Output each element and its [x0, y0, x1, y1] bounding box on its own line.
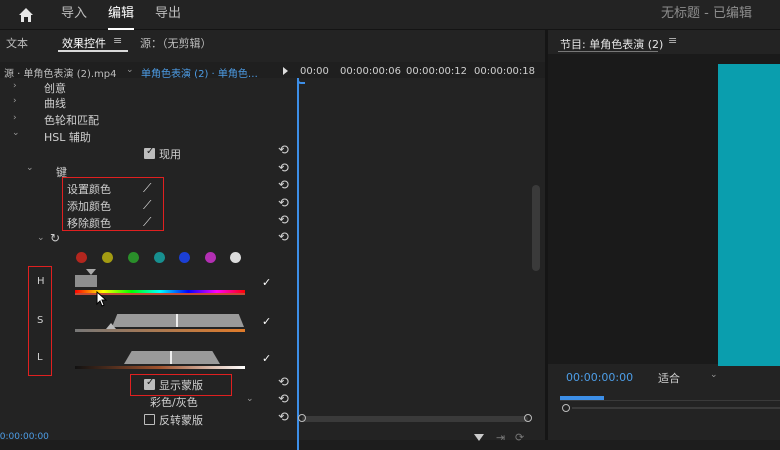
timeline-tick-2: 00:00:00:12 [406, 66, 468, 77]
reset-icon[interactable]: ⟲ [278, 161, 289, 176]
nav-import[interactable]: 导入 [61, 0, 87, 30]
hue-enable-check[interactable]: ✓ [262, 276, 271, 289]
program-scroll-handle[interactable] [562, 404, 570, 412]
reset-icon[interactable]: ⟲ [278, 410, 289, 425]
luminance-range[interactable] [124, 351, 220, 364]
h-label: H [37, 276, 45, 287]
timeline-tick-0: 00:00 [300, 66, 329, 77]
luminance-marker[interactable] [170, 351, 172, 364]
loop-icon[interactable]: ⟳ [515, 431, 524, 444]
reset-icon[interactable]: ⟲ [278, 375, 289, 390]
color-wheels-row[interactable]: 色轮和匹配 [44, 112, 99, 128]
horizontal-scrollbar[interactable] [302, 416, 528, 422]
saturation-gradient [75, 329, 245, 332]
footer-timecode[interactable]: 00:00:00:00 [0, 432, 49, 442]
eyedropper-icon[interactable]: ⟋ [143, 181, 151, 196]
l-label: L [37, 352, 43, 363]
collapse-key-icon[interactable]: ⌄ [26, 163, 34, 173]
nav-edit[interactable]: 编辑 [108, 0, 135, 30]
tab-underline [558, 51, 658, 52]
invert-mask-checkbox[interactable] [144, 414, 155, 425]
timeline-tick-1: 00:00:00:06 [340, 66, 402, 77]
tab-effect-controls[interactable]: 效果控件 [62, 35, 106, 51]
top-bar: 导入 编辑 导出 无标题 - 已编辑 [0, 0, 780, 30]
reset-icon[interactable]: ⟲ [278, 392, 289, 407]
saturation-handle[interactable] [106, 323, 116, 329]
playhead-handle[interactable] [297, 78, 305, 84]
saturation-range[interactable] [112, 314, 244, 327]
nav-export[interactable]: 导出 [155, 0, 181, 30]
swatch-blue[interactable] [179, 252, 190, 263]
sequence-clip-name[interactable]: 单角色表演 (2) · 单角色… [141, 65, 258, 80]
swatch-green[interactable] [128, 252, 139, 263]
export-icon[interactable]: ⇥ [496, 431, 505, 444]
chevron-down-icon[interactable]: ⌄ [246, 394, 254, 404]
hue-range-handle[interactable] [75, 275, 97, 287]
rotate-icon[interactable]: ↻ [50, 231, 60, 245]
source-dropdown-icon[interactable]: ⌄ [126, 65, 134, 75]
collapse-hsl-icon[interactable]: ⌄ [12, 128, 20, 138]
reset-icon[interactable]: ⟲ [278, 213, 289, 228]
program-title[interactable]: 节目: 单角色表演 (2) [560, 36, 663, 52]
tab-underline [58, 50, 128, 52]
chevron-down-icon[interactable]: ⌄ [710, 370, 718, 380]
show-mask-label: 显示蒙版 [159, 379, 203, 392]
expand-color-wheels-icon[interactable]: › [13, 113, 17, 123]
curves-row[interactable]: 曲线 [44, 95, 66, 111]
expand-curves-icon[interactable]: › [13, 96, 17, 106]
swatch-magenta[interactable] [205, 252, 216, 263]
luminance-gradient [75, 366, 245, 369]
fit-dropdown[interactable]: 适合 [658, 370, 680, 386]
enable-label: 现用 [159, 148, 181, 161]
eyedropper-minus-icon[interactable]: ⟋ [143, 215, 151, 230]
play-triangle-icon[interactable] [283, 67, 288, 75]
remove-color-label: 移除颜色 [67, 217, 111, 230]
panel-menu-icon[interactable]: ≡ [113, 34, 122, 47]
add-color-label: 添加颜色 [67, 200, 111, 213]
effect-controls-panel: 文本 效果控件 ≡ 源：（无剪辑） 源 · 单角色表演 (2).mp4 ⌄ 单角… [0, 30, 545, 450]
collapse-preset-icon[interactable]: ⌄ [37, 233, 45, 243]
swatch-cyan[interactable] [154, 252, 165, 263]
saturation-marker[interactable] [176, 314, 178, 327]
hsl-secondary-row[interactable]: HSL 辅助 [44, 129, 91, 145]
reset-icon[interactable]: ⟲ [278, 230, 289, 245]
vertical-scrollbar[interactable] [532, 185, 540, 271]
reset-icon[interactable]: ⟲ [278, 143, 289, 158]
swatch-white[interactable] [230, 252, 241, 263]
luminance-enable-check[interactable]: ✓ [262, 352, 271, 365]
s-label: S [37, 315, 44, 326]
source-clip-name[interactable]: 源 · 单角色表演 (2).mp4 [4, 65, 117, 80]
program-scroll-track[interactable] [572, 407, 780, 409]
program-timecode[interactable]: 00:00:00:00 [566, 371, 633, 384]
swatch-red[interactable] [76, 252, 87, 263]
playhead[interactable] [297, 78, 299, 450]
hue-range-marker[interactable] [86, 269, 96, 275]
show-mask-checkbox[interactable] [144, 377, 155, 390]
mouse-cursor [96, 290, 108, 310]
creative-row[interactable]: 创意 [44, 80, 66, 96]
mask-mode-dropdown[interactable]: 彩色/灰色 [150, 394, 198, 410]
invert-mask-label: 反转蒙版 [159, 414, 203, 427]
scroll-handle-left[interactable] [298, 414, 306, 422]
scroll-handle-right[interactable] [524, 414, 532, 422]
tab-text[interactable]: 文本 [6, 35, 28, 51]
video-content [718, 64, 780, 366]
hamburger-icon[interactable]: ≡ [668, 34, 677, 47]
saturation-enable-check[interactable]: ✓ [262, 315, 271, 328]
eyedropper-plus-icon[interactable]: ⟋ [143, 198, 151, 213]
home-icon[interactable] [18, 7, 34, 23]
reset-icon[interactable]: ⟲ [278, 196, 289, 211]
reset-icon[interactable]: ⟲ [278, 178, 289, 193]
enable-checkbox[interactable] [144, 146, 155, 159]
expand-creative-icon[interactable]: › [13, 81, 17, 91]
swatch-yellow[interactable] [102, 252, 113, 263]
program-scrub-track[interactable] [560, 400, 780, 401]
project-title: 无标题 - 已编辑 [661, 6, 752, 21]
tab-source[interactable]: 源：（无剪辑） [140, 35, 212, 51]
set-color-label: 设置颜色 [67, 183, 111, 196]
timeline-tick-3: 00:00:00:18 [474, 66, 536, 77]
program-monitor-panel: 节目: 单角色表演 (2) ≡ 00:00:00:00 适合 ⌄ [548, 30, 780, 440]
